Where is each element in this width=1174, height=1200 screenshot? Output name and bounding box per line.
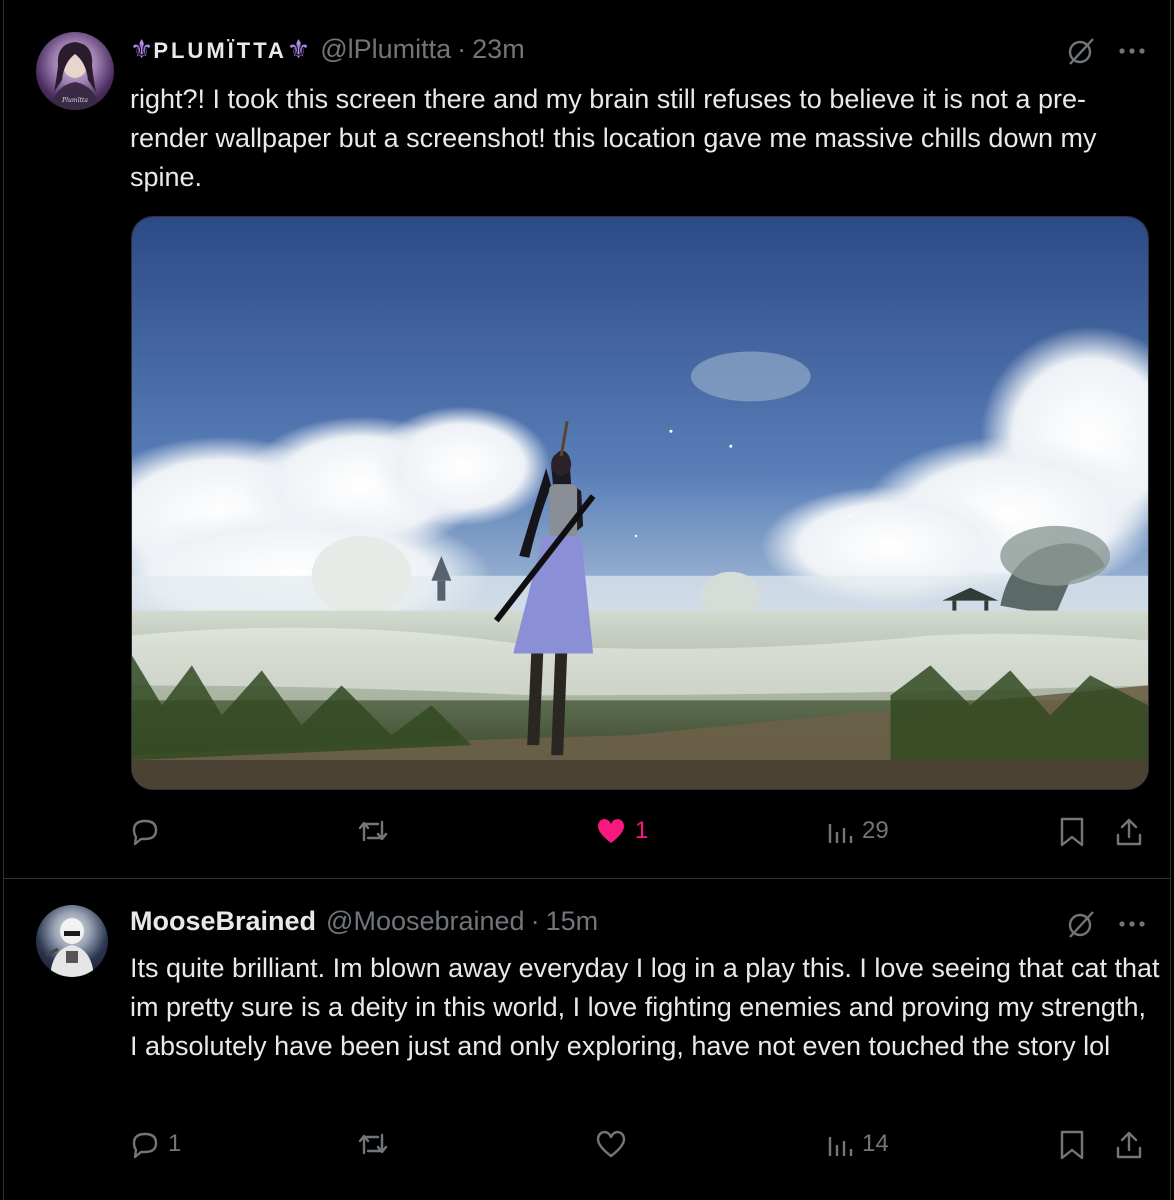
- retweet-button[interactable]: [356, 816, 398, 846]
- retweet-button[interactable]: [356, 1129, 398, 1159]
- like-count: 1: [635, 817, 649, 844]
- share-icon: [1116, 818, 1142, 846]
- like-button[interactable]: 1: [595, 816, 648, 846]
- profile-avatar-icon: Plumïtta: [50, 42, 100, 110]
- tweet-text: right?! I took this screen there and my …: [130, 84, 1097, 192]
- tweet-actions: 1 29: [130, 816, 1150, 856]
- tweet-media[interactable]: [131, 216, 1149, 790]
- game-screenshot-image: [132, 217, 1148, 789]
- timestamp[interactable]: 23m: [472, 34, 525, 65]
- tweet-header: ⚜ PLUMÏTTA ⚜ @lPlumitta · 23m: [130, 34, 525, 65]
- bookmark-icon: [1060, 817, 1084, 847]
- share-button[interactable]: [1114, 1129, 1144, 1161]
- reply-count: 1: [168, 1130, 182, 1157]
- views-icon: [828, 824, 853, 843]
- user-handle[interactable]: @lPlumitta: [320, 34, 451, 65]
- separator-dot: ·: [457, 34, 467, 64]
- reply-icon: [132, 1132, 158, 1159]
- reply-icon: [132, 819, 158, 846]
- like-icon: [598, 819, 624, 843]
- timeline-border-right: [1170, 0, 1171, 1200]
- views-count: 14: [862, 1130, 889, 1157]
- views-icon: [828, 1137, 853, 1156]
- reply-button[interactable]: [130, 816, 168, 846]
- separator-dot: ·: [530, 906, 540, 936]
- fleur-de-lis-icon: ⚜: [130, 34, 154, 64]
- views-button[interactable]: 14: [826, 1129, 889, 1159]
- share-button[interactable]: [1114, 816, 1144, 848]
- more-icon[interactable]: [1118, 47, 1146, 55]
- avatar[interactable]: Plumïtta: [36, 32, 114, 110]
- more-icon[interactable]: [1118, 920, 1146, 928]
- display-name[interactable]: MooseBrained: [130, 906, 316, 937]
- reply-button[interactable]: 1: [130, 1129, 181, 1159]
- bookmark-button[interactable]: [1058, 1129, 1086, 1161]
- avatar[interactable]: [36, 905, 108, 977]
- views-count: 29: [862, 817, 889, 844]
- timestamp[interactable]: 15m: [546, 906, 599, 937]
- display-name[interactable]: PLUMÏTTA: [153, 38, 287, 64]
- grok-icon[interactable]: [1066, 36, 1096, 66]
- tweet-top-actions: [1066, 36, 1146, 66]
- tweet[interactable]: Plumïtta ⚜ PLUMÏTTA ⚜ @lPlumitta · 23m r…: [4, 0, 1170, 878]
- profile-avatar-icon: [45, 918, 94, 977]
- grok-icon[interactable]: [1066, 909, 1096, 939]
- fleur-de-lis-icon: ⚜: [286, 34, 311, 64]
- tweet[interactable]: MooseBrained @Moosebrained · 15m Its qui…: [4, 879, 1170, 1200]
- retweet-icon: [358, 1133, 388, 1155]
- tweet-top-actions: [1066, 909, 1146, 939]
- bookmark-button[interactable]: [1058, 816, 1086, 848]
- tweet-actions: 1 14: [130, 1129, 1150, 1169]
- tweet-header: MooseBrained @Moosebrained · 15m: [130, 906, 598, 937]
- svg-text:Plumïtta: Plumïtta: [61, 97, 88, 104]
- retweet-icon: [358, 820, 388, 842]
- views-button[interactable]: 29: [826, 816, 889, 846]
- user-handle[interactable]: @Moosebrained: [326, 906, 525, 937]
- bookmark-icon: [1060, 1130, 1084, 1160]
- like-icon: [596, 1130, 626, 1158]
- like-button[interactable]: [595, 1129, 635, 1159]
- share-icon: [1116, 1131, 1142, 1159]
- tweet-text: Its quite brilliant. Im blown away every…: [130, 953, 1160, 1061]
